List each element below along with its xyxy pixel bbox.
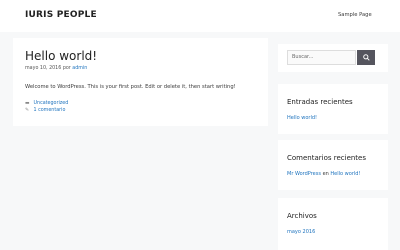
nav-item-sample-page[interactable]: Sample Page xyxy=(338,12,372,18)
post-meta: mayo 10, 2016 por admin xyxy=(25,66,87,71)
post-title[interactable]: Hello world! xyxy=(25,49,97,63)
recent-post-link[interactable]: Hello world! xyxy=(287,115,317,121)
folder-icon: ▬ xyxy=(25,101,30,106)
recent-posts-widget: Entradas recientes Hello world! xyxy=(278,84,388,134)
search-icon xyxy=(362,53,370,61)
recent-comment-item: Mr WordPress en Hello world! xyxy=(287,171,360,177)
post-card: Hello world! mayo 10, 2016 por admin Wel… xyxy=(13,38,268,126)
post-by-label: por xyxy=(62,66,71,71)
site-title[interactable]: IURIS PEOPLE xyxy=(25,10,97,20)
recent-posts-title: Entradas recientes xyxy=(287,98,353,106)
category-link[interactable]: Uncategorized xyxy=(34,101,69,106)
archives-widget: Archivos mayo 2016 xyxy=(278,198,388,250)
archives-title: Archivos xyxy=(287,212,317,220)
post-date[interactable]: mayo 10, 2016 xyxy=(25,66,61,71)
recent-comments-title: Comentarios recientes xyxy=(287,154,367,162)
post-content: Welcome to WordPress. This is your first… xyxy=(25,84,236,90)
search-input[interactable]: Buscar... xyxy=(287,50,356,65)
comments-link[interactable]: 1 comentario xyxy=(34,108,66,113)
recent-comments-widget: Comentarios recientes Mr WordPress en He… xyxy=(278,140,388,190)
post-author-link[interactable]: admin xyxy=(72,66,87,71)
archive-link[interactable]: mayo 2016 xyxy=(287,229,315,235)
comment-on-label: en xyxy=(322,171,329,177)
comment-author-link[interactable]: Mr WordPress xyxy=(287,171,321,177)
comment-post-link[interactable]: Hello world! xyxy=(330,171,360,177)
search-button[interactable] xyxy=(357,50,375,65)
comment-icon: ✎ xyxy=(25,108,30,113)
post-footer: ▬ Uncategorized ✎ 1 comentario xyxy=(25,100,68,114)
site-header: IURIS PEOPLE Sample Page xyxy=(0,0,400,32)
